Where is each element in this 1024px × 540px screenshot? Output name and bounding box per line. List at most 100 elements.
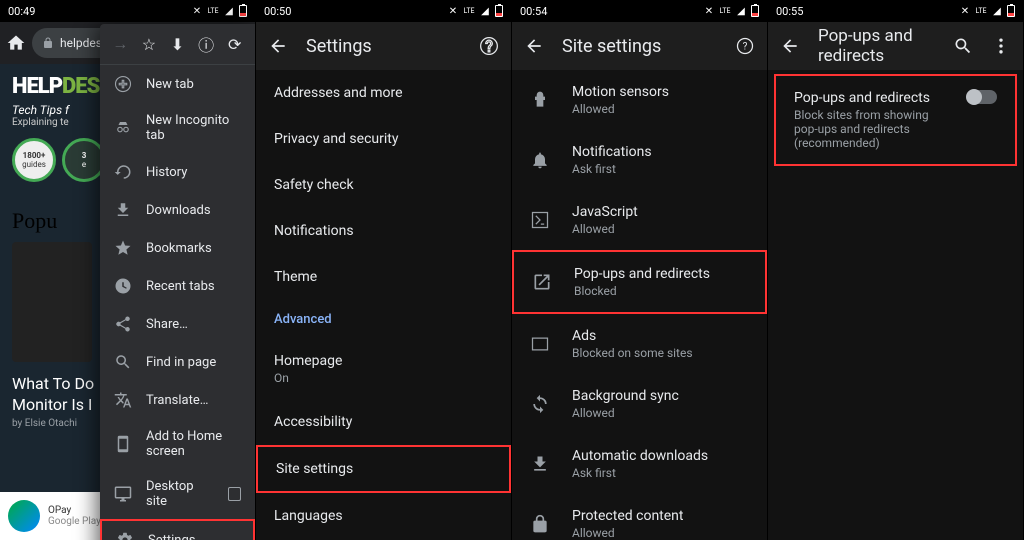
toggle-description: Block sites from showing pop-ups and red… <box>794 108 945 150</box>
battery-icon <box>495 5 503 17</box>
signal-icon: ◢ <box>223 5 235 17</box>
toggle-switch[interactable] <box>967 90 997 104</box>
menu-find[interactable]: Find in page <box>100 343 255 381</box>
menu-incognito[interactable]: New Incognito tab <box>100 103 255 153</box>
panel-site-settings: 00:54 ✕LTE◢ Site settings ? Motion senso… <box>512 0 768 540</box>
status-bar: 00:49 ✕ LTE ◢ <box>0 0 255 22</box>
site-setting-popup[interactable]: Pop-ups and redirectsBlocked <box>512 250 767 314</box>
clock: 00:49 <box>8 5 35 18</box>
star-icon <box>114 239 132 257</box>
setting-site-settings[interactable]: Site settings <box>256 445 511 493</box>
panel-popups: 00:55 ✕LTE◢ Pop-ups and redirects Pop-up… <box>768 0 1024 540</box>
menu-bookmarks[interactable]: Bookmarks <box>100 229 255 267</box>
site-settings-header: Site settings ? <box>512 22 767 70</box>
site-setting-dl[interactable]: Automatic downloadsAsk first <box>512 434 767 494</box>
site-setting-lock[interactable]: Protected contentAllowed <box>512 494 767 540</box>
setting-accessibility[interactable]: Accessibility <box>256 399 511 445</box>
popups-title: Pop-ups and redirects <box>818 26 935 66</box>
signal-icon: ◢ <box>735 5 747 17</box>
menu-downloads[interactable]: Downloads <box>100 191 255 229</box>
site-settings-list: Motion sensorsAllowedNotificationsAsk fi… <box>512 70 767 540</box>
toggle-label: Pop-ups and redirects <box>794 90 945 106</box>
battery-icon <box>239 5 247 17</box>
star-icon[interactable]: ☆ <box>139 34 159 54</box>
panel-settings: 00:50 ✕LTE◢ Settings Addresses and more … <box>256 0 512 540</box>
status-bar: 00:54 ✕LTE◢ <box>512 0 767 22</box>
lte-icon: LTE <box>975 5 987 17</box>
help-icon[interactable]: ? <box>735 36 755 56</box>
search-icon <box>114 353 132 371</box>
site-setting-sync[interactable]: Background syncAllowed <box>512 374 767 434</box>
clock: 00:55 <box>776 5 803 18</box>
search-icon[interactable] <box>953 36 973 56</box>
menu-recent-tabs[interactable]: Recent tabs <box>100 267 255 305</box>
mute-icon: ✕ <box>447 5 459 17</box>
panel-chrome-menu: 00:49 ✕ LTE ◢ helpdesk HELPDESK Tech Tip… <box>0 0 256 540</box>
status-icons: ✕LTE◢ <box>447 5 503 17</box>
battery-icon <box>1007 5 1015 17</box>
help-icon[interactable] <box>479 36 499 56</box>
lock-icon <box>42 37 54 49</box>
incognito-icon <box>114 119 132 137</box>
menu-share[interactable]: Share… <box>100 305 255 343</box>
setting-privacy[interactable]: Privacy and security <box>256 116 511 162</box>
back-icon[interactable] <box>524 36 544 56</box>
menu-translate[interactable]: Translate… <box>100 381 255 419</box>
setting-homepage[interactable]: HomepageOn <box>256 339 511 399</box>
popups-toggle-row[interactable]: Pop-ups and redirects Block sites from s… <box>774 74 1017 166</box>
gear-icon <box>116 531 134 540</box>
menu-new-tab[interactable]: New tab <box>100 65 255 103</box>
setting-addresses[interactable]: Addresses and more <box>256 70 511 116</box>
back-icon[interactable] <box>780 36 800 56</box>
site-setting-js[interactable]: JavaScriptAllowed <box>512 190 767 250</box>
share-icon <box>114 315 132 333</box>
more-icon[interactable] <box>991 36 1011 56</box>
clock: 00:54 <box>520 5 547 18</box>
setting-notifications[interactable]: Notifications <box>256 208 511 254</box>
sync-icon <box>530 394 550 414</box>
mute-icon: ✕ <box>703 5 715 17</box>
svg-text:?: ? <box>743 41 748 52</box>
lock-icon <box>530 514 550 534</box>
article-card[interactable] <box>12 242 92 362</box>
menu-top-row: → ☆ ⬇ ⓘ ⟳ <box>100 24 255 65</box>
mute-icon: ✕ <box>191 5 203 17</box>
menu-desktop[interactable]: Desktop site <box>100 469 255 519</box>
settings-list: Addresses and more Privacy and security … <box>256 70 511 540</box>
menu-add-home[interactable]: Add to Home screen <box>100 419 255 469</box>
popups-header: Pop-ups and redirects <box>768 22 1023 70</box>
status-icons: ✕LTE◢ <box>959 5 1015 17</box>
menu-history[interactable]: History <box>100 153 255 191</box>
setting-languages[interactable]: Languages <box>256 493 511 539</box>
js-icon <box>530 210 550 230</box>
overflow-menu: → ☆ ⬇ ⓘ ⟳ New tab New Incognito tab Hist… <box>100 24 255 540</box>
add-home-icon <box>114 435 132 453</box>
status-icons: ✕ LTE ◢ <box>191 5 247 17</box>
refresh-icon[interactable]: ⟳ <box>225 34 245 54</box>
setting-safety[interactable]: Safety check <box>256 162 511 208</box>
dl-icon <box>530 454 550 474</box>
settings-header: Settings <box>256 22 511 70</box>
motion-icon <box>530 90 550 110</box>
signal-icon: ◢ <box>479 5 491 17</box>
history-icon <box>114 163 132 181</box>
site-setting-bell[interactable]: NotificationsAsk first <box>512 130 767 190</box>
signal-icon: ◢ <box>991 5 1003 17</box>
setting-theme[interactable]: Theme <box>256 254 511 300</box>
bell-icon <box>530 150 550 170</box>
forward-icon[interactable]: → <box>110 34 130 54</box>
popup-icon <box>532 272 552 292</box>
download-icon[interactable]: ⬇ <box>167 34 187 54</box>
ads-icon <box>530 334 550 354</box>
plus-icon <box>114 75 132 93</box>
desktop-checkbox[interactable] <box>228 487 241 501</box>
menu-settings[interactable]: Settings <box>100 519 255 540</box>
site-setting-motion[interactable]: Motion sensorsAllowed <box>512 70 767 130</box>
back-icon[interactable] <box>268 36 288 56</box>
site-setting-ads[interactable]: AdsBlocked on some sites <box>512 314 767 374</box>
advanced-label: Advanced <box>256 300 511 339</box>
home-icon[interactable] <box>6 33 26 53</box>
info-icon[interactable]: ⓘ <box>196 34 216 54</box>
recent-icon <box>114 277 132 295</box>
battery-icon <box>751 5 759 17</box>
